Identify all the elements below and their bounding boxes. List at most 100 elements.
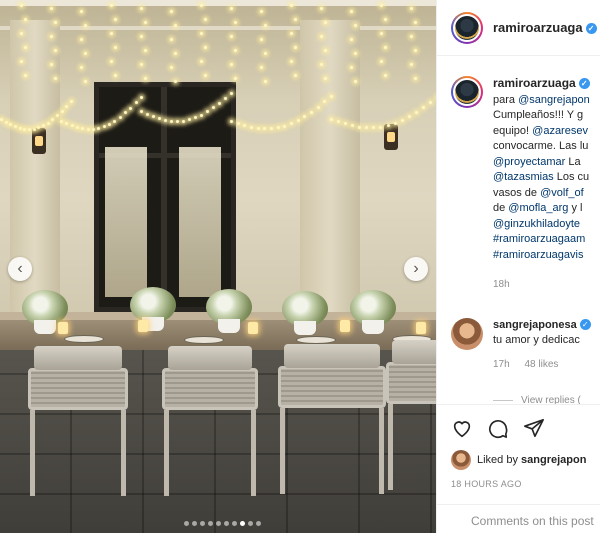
hashtag-link[interactable]: #ramiroarzuagaam <box>493 233 585 245</box>
avatar[interactable] <box>451 11 483 44</box>
light-bulb <box>264 52 267 55</box>
curtain <box>105 147 147 297</box>
chair-leg <box>388 404 393 490</box>
light-bulb <box>80 10 83 13</box>
carousel-dot[interactable] <box>192 521 197 526</box>
carousel-prev-button[interactable]: ‹ <box>8 257 32 281</box>
share-icon[interactable] <box>523 417 545 439</box>
light-bulb <box>250 125 253 129</box>
candle <box>248 322 258 334</box>
light-bulb <box>263 127 267 131</box>
light-bulb <box>320 63 323 66</box>
light-bulb <box>24 18 27 21</box>
light-bulb <box>114 18 117 21</box>
light-bulb <box>32 127 36 131</box>
liked-by-prefix: Liked by <box>477 454 518 466</box>
light-bulb <box>224 96 227 100</box>
carousel-dot[interactable] <box>240 521 245 526</box>
light-bulb <box>144 21 147 24</box>
carousel-dot[interactable] <box>200 521 205 526</box>
comment-username[interactable]: sangrejaponesa <box>493 319 577 331</box>
carousel-dot[interactable] <box>208 521 213 526</box>
light-bulb <box>46 121 50 125</box>
light-bulb <box>146 112 149 116</box>
light-bulb <box>188 118 191 122</box>
light-bulb <box>410 35 413 38</box>
comment-likes[interactable]: 48 likes <box>524 359 558 370</box>
comment-icon[interactable] <box>487 417 509 439</box>
post-header: ramiroarzuaga ✓ <box>437 0 600 56</box>
light-bulb <box>204 46 207 49</box>
carousel-dot[interactable] <box>184 521 189 526</box>
light-bulb <box>380 4 383 7</box>
header-username[interactable]: ramiroarzuaga ✓ <box>493 20 597 35</box>
light-bulb <box>110 4 113 7</box>
carousel-dot[interactable] <box>224 521 229 526</box>
caption-line: convocarme. Las lu <box>493 140 589 152</box>
light-bulb <box>114 74 117 77</box>
carousel-dot[interactable] <box>232 521 237 526</box>
light-bulb <box>37 126 41 130</box>
light-bulb <box>316 105 320 109</box>
light-bulb <box>140 35 143 38</box>
liked-by-user[interactable]: sangrejapon <box>521 454 586 466</box>
mention-link[interactable]: @ginzukhiladoyte <box>493 218 580 230</box>
mention-link[interactable]: @tazasmias <box>493 171 554 183</box>
mention-link[interactable]: @mofla_arg <box>508 202 568 214</box>
light-bulb <box>230 7 233 10</box>
comment-text: tu amor y dedicac <box>493 334 580 346</box>
light-bulb <box>174 24 177 27</box>
post-side-panel: ramiroarzuaga ✓ ramiroarzuaga ✓ para @sang… <box>436 0 600 533</box>
light-bulb <box>358 125 362 129</box>
carousel-dot[interactable] <box>256 521 261 526</box>
flower-pot <box>218 319 240 333</box>
username-text[interactable]: ramiroarzuaga <box>493 20 583 35</box>
chair-cushion <box>284 344 380 368</box>
comment-avatar[interactable] <box>451 318 483 350</box>
light-bulb <box>414 77 417 80</box>
carousel-dot[interactable] <box>216 521 221 526</box>
light-bulb <box>290 122 293 126</box>
light-bulb <box>290 32 293 35</box>
light-bulb <box>182 119 185 123</box>
light-bulb <box>97 126 101 130</box>
light-bulb <box>24 46 27 49</box>
light-bulb <box>384 46 387 49</box>
chevron-left-icon: ‹ <box>17 260 23 277</box>
carousel-dot[interactable] <box>248 521 253 526</box>
caption-username[interactable]: ramiroarzuaga ✓ <box>493 76 590 92</box>
mention-link[interactable]: @sangrejapon <box>518 94 590 106</box>
light-bulb <box>174 52 177 55</box>
carousel-next-button[interactable]: › <box>404 257 428 281</box>
light-bulb <box>170 66 173 69</box>
light-bulb <box>234 49 237 52</box>
light-bulb <box>320 7 323 10</box>
light-bulb <box>264 24 267 27</box>
liked-by-avatar[interactable] <box>451 450 471 470</box>
post-photo[interactable]: ‹ › <box>0 0 436 533</box>
hashtag-link[interactable]: #ramiroarzuagavis <box>493 249 583 261</box>
light-bulb <box>76 125 79 129</box>
mention-link[interactable]: @proyectamar <box>493 156 565 168</box>
caption-line: @proyectamar La <box>493 155 581 168</box>
light-bulb <box>230 35 233 38</box>
flower-pot <box>34 320 56 334</box>
light-bulb <box>350 38 353 41</box>
light-bulb <box>204 18 207 21</box>
chair-back <box>28 368 128 410</box>
heart-icon[interactable] <box>451 417 473 439</box>
light-bulb <box>414 49 417 52</box>
light-bulb <box>324 77 327 80</box>
mention-link[interactable]: @azaresev <box>532 125 588 137</box>
curtain <box>179 147 221 297</box>
light-bulb <box>114 46 117 49</box>
light-bulb <box>0 118 3 121</box>
comment-input[interactable] <box>471 513 600 528</box>
light-bulb <box>20 4 23 7</box>
caption-avatar[interactable] <box>451 76 483 108</box>
mention-link[interactable]: @volf_of <box>540 187 584 199</box>
caption-time: 18h <box>493 279 510 290</box>
light-bulb <box>393 121 397 125</box>
light-bulb <box>80 66 83 69</box>
light-bulb <box>354 80 357 83</box>
